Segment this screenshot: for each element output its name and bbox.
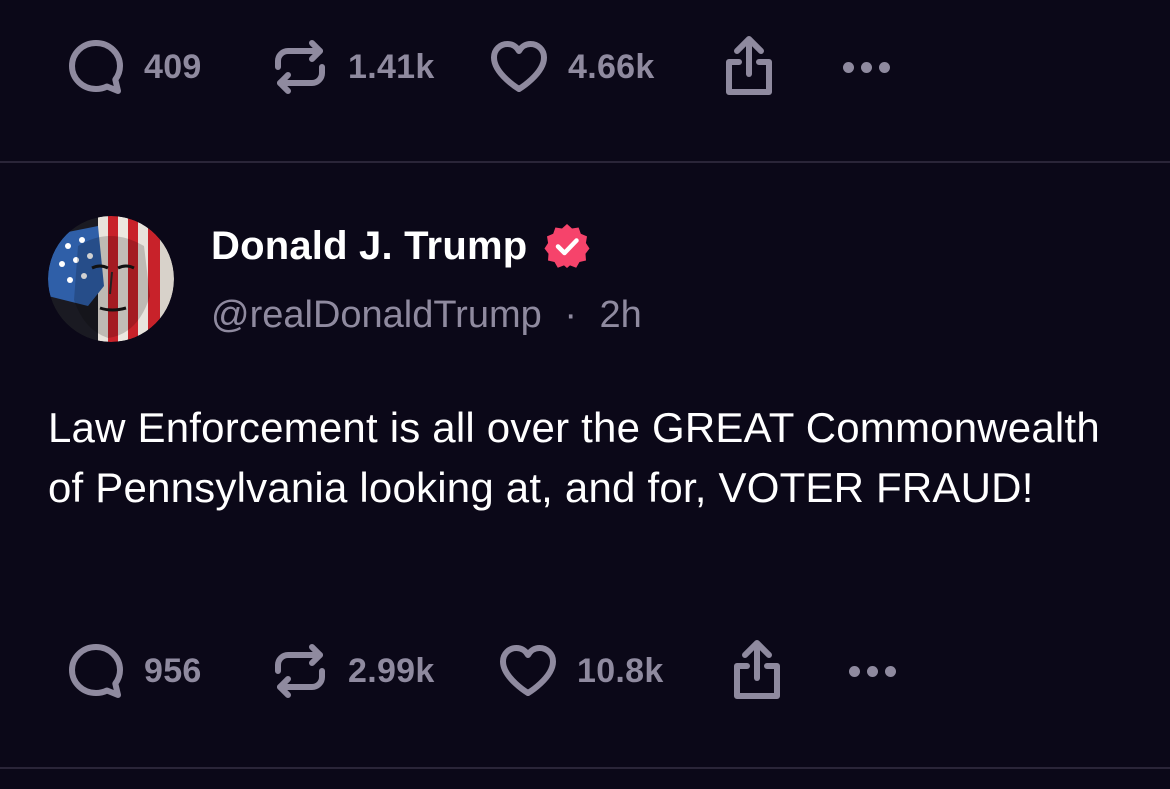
share-button[interactable]: [719, 32, 779, 102]
reply-button[interactable]: 409: [66, 32, 202, 102]
post-divider: [0, 161, 1170, 163]
meta-separator: ·: [564, 294, 577, 336]
speech-bubble-icon: [69, 40, 123, 94]
post-body: Law Enforcement is all over the GREAT Co…: [48, 404, 1100, 511]
repost-arrows-icon: [275, 644, 325, 698]
verified-badge-icon: [544, 224, 590, 268]
like-button[interactable]: 10.8k: [497, 636, 664, 706]
repost-button[interactable]: 1.41k: [270, 32, 435, 102]
avatar[interactable]: [48, 216, 174, 342]
reply-count: 956: [144, 651, 202, 690]
more-dots-icon: [843, 61, 890, 73]
repost-count: 1.41k: [348, 47, 435, 86]
like-count: 10.8k: [577, 651, 664, 690]
author-handle-line: @realDonaldTrump · 2h: [211, 294, 642, 337]
post-feed: 409 1.41k 4.66k Donald J. Trump @realDon…: [0, 0, 1170, 789]
post-divider: [0, 767, 1170, 769]
author-name-row[interactable]: Donald J. Trump: [211, 222, 591, 270]
like-count: 4.66k: [568, 47, 655, 86]
heart-icon: [491, 41, 547, 92]
author-name: Donald J. Trump: [211, 223, 528, 268]
speech-bubble-icon: [69, 644, 123, 698]
reply-count: 409: [144, 47, 202, 86]
author-handle[interactable]: @realDonaldTrump: [211, 294, 542, 336]
reply-button[interactable]: 956: [66, 636, 202, 706]
heart-icon: [500, 645, 556, 696]
post-time[interactable]: 2h: [600, 294, 642, 336]
share-upload-icon: [734, 640, 780, 699]
like-button[interactable]: 4.66k: [488, 32, 655, 102]
more-dots-icon: [849, 665, 896, 677]
flag-portrait-avatar-image: [48, 216, 174, 342]
repost-count: 2.99k: [348, 651, 435, 690]
repost-arrows-icon: [275, 40, 325, 94]
share-upload-icon: [726, 36, 772, 95]
repost-button[interactable]: 2.99k: [270, 636, 435, 706]
more-options-button[interactable]: [843, 32, 890, 102]
more-options-button[interactable]: [849, 636, 896, 706]
share-button[interactable]: [727, 636, 787, 706]
